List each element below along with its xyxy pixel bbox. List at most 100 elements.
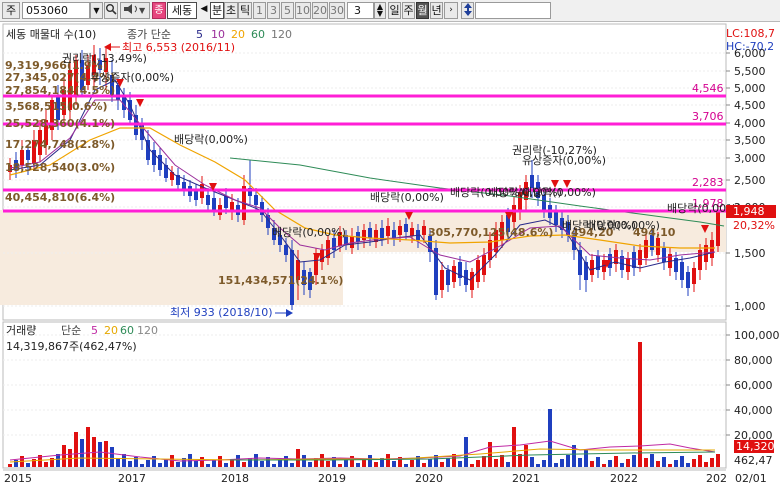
volume-bar — [560, 459, 564, 467]
volume-bar — [638, 342, 642, 467]
volume-bar — [644, 458, 648, 467]
search-button[interactable] — [104, 2, 118, 19]
volume-tick-label: 80,000 — [734, 354, 773, 367]
period-month-button[interactable]: 월 — [416, 2, 429, 19]
volume-bar — [698, 455, 702, 467]
volume-bar — [386, 454, 390, 467]
ma-legend-20: 20 — [231, 28, 245, 41]
menu-badge-button[interactable]: 종 — [152, 2, 166, 19]
price-tick-label: 5,000 — [734, 82, 766, 95]
volume-bar — [308, 462, 312, 467]
candle-body — [350, 236, 354, 248]
horizontal-line-label: 2,283 — [692, 176, 724, 189]
volume-bar — [566, 455, 570, 467]
volume-bar — [548, 409, 552, 467]
volume-bar — [578, 458, 582, 467]
market-select[interactable]: 주 — [2, 2, 20, 19]
candle-body — [638, 250, 642, 265]
price-panel[interactable]: 4,5463,7062,2831,978 9,319,966(1.9%) 27,… — [0, 23, 776, 321]
event-label: 유상증자(0,00%) — [522, 154, 606, 167]
volume-bar — [110, 447, 114, 467]
volume-bar — [158, 463, 162, 467]
sound-button[interactable]: ▼ — [120, 2, 150, 19]
toolbar: 주 053060 ▼ ▼ 종 세동 ◀ 분 초 틱 1 3 5 10 20 30… — [0, 0, 780, 22]
interval-label: 1 — [256, 4, 263, 17]
volume-profile-label: 40,454,810(6.4%) — [5, 191, 115, 204]
tick-second-button[interactable]: 초 — [224, 2, 238, 19]
period-day-button[interactable]: 일 — [388, 2, 401, 19]
volume-bar — [488, 442, 492, 467]
volume-ma-title: 단순 — [61, 324, 81, 337]
candle-body — [206, 195, 210, 205]
volume-profile-label: 25,528,360(4.1%) — [5, 117, 115, 130]
candle-body — [710, 240, 714, 258]
stock-name-field: 세동 — [167, 2, 197, 19]
volume-bar — [128, 461, 132, 467]
price-tick-label: 2,500 — [734, 174, 766, 187]
volume-bar — [272, 464, 276, 467]
event-label: 배당락(0,00%) — [272, 226, 346, 239]
volume-bar — [212, 460, 216, 467]
volume-bar — [56, 454, 60, 467]
volume-bar — [86, 427, 90, 467]
time-label: 2015 — [4, 472, 32, 485]
volume-bar — [344, 460, 348, 467]
volume-bar — [326, 461, 330, 467]
volume-bar — [140, 464, 144, 467]
period-week-button[interactable]: 주 — [402, 2, 415, 19]
interval-label: 10 — [296, 4, 310, 17]
volume-bar — [338, 464, 342, 467]
volume-bar — [428, 459, 432, 467]
volume-bar — [584, 449, 588, 467]
volume-bar — [458, 461, 462, 467]
volume-bar — [536, 464, 540, 467]
scroll-toggle-button[interactable] — [461, 2, 474, 19]
interval-20-button[interactable]: 20 — [312, 2, 328, 19]
volume-bar — [476, 460, 480, 467]
volume-bar — [152, 456, 156, 467]
date-input[interactable] — [475, 2, 551, 19]
volume-profile-title: 세동 매물대 수(10) — [6, 28, 96, 41]
up-down-arrow-icon — [463, 3, 472, 16]
volume-bar — [26, 463, 30, 467]
volume-bar — [662, 457, 666, 467]
period-menu-button[interactable]: › — [444, 2, 458, 19]
period-year-button[interactable]: 년 — [430, 2, 443, 19]
price-tick-label: 3,500 — [734, 134, 766, 147]
prev-arrow[interactable]: ◀ — [199, 2, 209, 19]
stock-code-input[interactable]: 053060 — [22, 2, 90, 19]
candle-body — [692, 268, 696, 284]
volume-tick-label: 100,000 — [734, 329, 780, 342]
volume-bar — [692, 459, 696, 467]
max-price-label: 최고 6,553 (2016/11) — [122, 41, 235, 54]
interval-spin-input[interactable]: 3 — [347, 2, 374, 19]
event-label: 배당락(0,00%) — [586, 219, 660, 232]
volume-ma-5-label: 5 — [91, 324, 98, 337]
candle-body — [158, 155, 162, 170]
volume-bar — [674, 460, 678, 467]
current-volume: 14,319,867주(462,47%) — [6, 340, 137, 353]
volume-panel[interactable]: 거래량 단순 5 20 60 120 14,319,867주(462,47%) … — [2, 321, 780, 469]
volume-bar — [8, 464, 12, 467]
candle-body — [590, 260, 594, 275]
volume-profile-label: 305,770,125(48.6%) — [428, 226, 553, 239]
current-change-pct: 20,32% — [733, 219, 775, 232]
code-dropdown-button[interactable]: ▼ — [90, 2, 103, 19]
candle-body — [632, 252, 636, 268]
volume-bar — [686, 463, 690, 467]
interval-1-button[interactable]: 1 — [253, 2, 266, 19]
interval-30-button[interactable]: 30 — [329, 2, 345, 19]
time-end-label: 02/01 — [735, 472, 767, 485]
interval-spin-buttons[interactable]: ▲ ▼ — [374, 2, 386, 19]
volume-bar — [710, 458, 714, 467]
time-label: 2022 — [610, 472, 638, 485]
tick-tick-button[interactable]: 틱 — [238, 2, 252, 19]
interval-10-button[interactable]: 10 — [295, 2, 311, 19]
tick-minute-button[interactable]: 분 — [210, 2, 224, 19]
candle-body — [362, 230, 366, 240]
volume-profile-label: 18,528,540(3.0%) — [5, 161, 115, 174]
interval-5-button[interactable]: 5 — [281, 2, 294, 19]
interval-3-button[interactable]: 3 — [267, 2, 280, 19]
volume-bar — [146, 460, 150, 467]
volume-bar — [206, 464, 210, 467]
